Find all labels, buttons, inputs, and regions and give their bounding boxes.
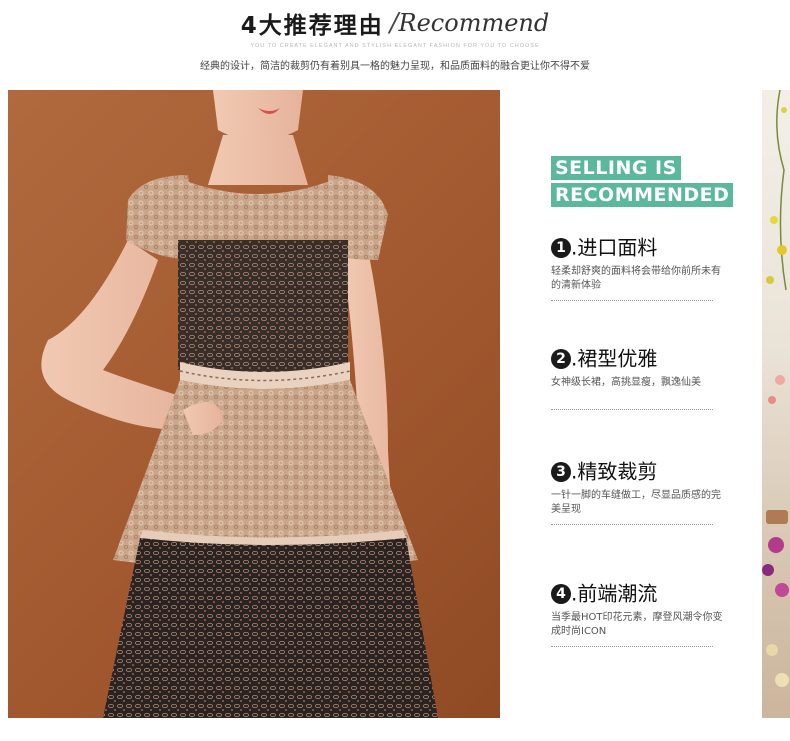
title-cn: 4大推荐理由 — [240, 13, 384, 39]
feature-description: 女神级长裙，高挑显瘦，飘逸仙美 — [551, 377, 701, 388]
feature-heading: 2 .裙型优雅 — [551, 343, 721, 373]
feature-description: 轻柔却舒爽的面料将会带给你前所未有的清新体验 — [551, 266, 721, 291]
dotted-divider — [551, 645, 713, 647]
feature-item-2: 2 .裙型优雅 女神级长裙，高挑显瘦，飘逸仙美 — [551, 343, 721, 410]
feature-item-1: 1 .进口面料 轻柔却舒爽的面料将会带给你前所未有的清新体验 — [551, 232, 721, 301]
dotted-divider — [551, 523, 713, 525]
flowers-illustration — [762, 90, 789, 687]
badge-line-2: RECOMMENDED — [551, 183, 734, 207]
page-title: 4大推荐理由/Recommend — [0, 6, 790, 40]
selling-badge: SELLING IS RECOMMENDED — [551, 156, 734, 210]
subtitle-en: YOU TO CREATE ELEGANT AND STYLISH ELEGAN… — [250, 43, 540, 49]
product-photo — [8, 90, 500, 718]
subtitle-cn: 经典的设计，简洁的裁剪仍有着别具一格的魅力呈现，和品质面料的融合更让你不得不爱 — [200, 61, 590, 72]
feature-item-3: 3 .精致裁剪 一针一脚的车缝做工，尽显品质感的完美呈现 — [551, 456, 721, 525]
dotted-divider — [551, 299, 713, 301]
badge-line-1: SELLING IS — [551, 156, 681, 180]
flower-decoration — [762, 90, 790, 718]
dotted-divider — [551, 408, 713, 410]
title-slash: / — [389, 8, 399, 38]
number-badge: 3 — [551, 461, 571, 482]
feature-title: 进口面料 — [577, 235, 658, 260]
feature-title: 前端潮流 — [577, 581, 658, 606]
feature-description: 当季最HOT印花元素，摩登风潮令你变成时尚ICON — [551, 612, 723, 637]
dress-model-illustration — [41, 90, 438, 718]
feature-heading: 4 .前端潮流 — [551, 578, 721, 608]
number-badge: 1 — [551, 237, 571, 258]
header: 4大推荐理由/Recommend YOU TO CREATE ELEGANT A… — [0, 0, 790, 90]
title-en: Recommend — [398, 9, 550, 37]
number-badge: 4 — [551, 583, 571, 604]
number-badge: 2 — [551, 348, 571, 369]
feature-title: 精致裁剪 — [577, 459, 658, 484]
feature-item-4: 4 .前端潮流 当季最HOT印花元素，摩登风潮令你变成时尚ICON — [551, 578, 723, 647]
feature-title: 裙型优雅 — [577, 346, 658, 371]
feature-description: 一针一脚的车缝做工，尽显品质感的完美呈现 — [551, 490, 721, 515]
feature-heading: 1 .进口面料 — [551, 232, 721, 262]
feature-heading: 3 .精致裁剪 — [551, 456, 721, 486]
